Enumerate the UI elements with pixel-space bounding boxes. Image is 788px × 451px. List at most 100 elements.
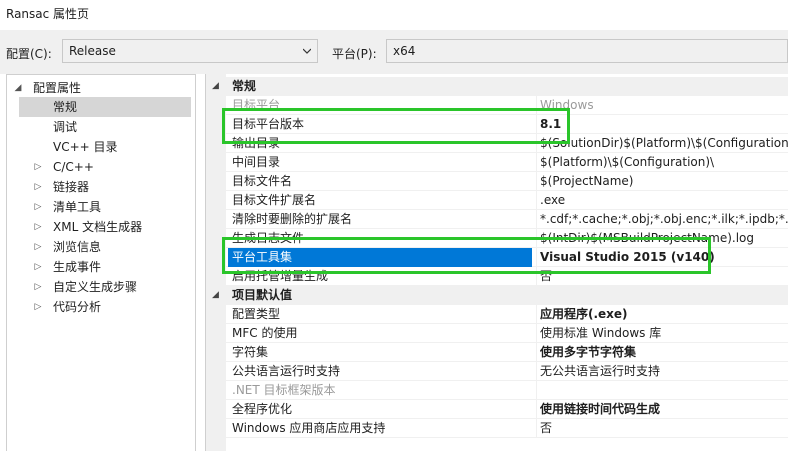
property-value[interactable]: 使用标准 Windows 库 — [540, 324, 788, 343]
property-row[interactable]: 启用托管增量生成 否 — [206, 267, 788, 286]
property-row[interactable]: 平台工具集 Visual Studio 2015 (v140) — [206, 248, 788, 267]
config-toolbar: 配置(C): Release 平台(P): x64 — [0, 30, 788, 74]
expand-triangle-icon[interactable]: ▷ — [33, 277, 43, 297]
expand-triangle-icon[interactable]: ▷ — [33, 217, 43, 237]
property-row[interactable]: 配置类型 应用程序(.exe) — [206, 305, 788, 324]
category-title: 常规 — [232, 79, 257, 93]
tree-item[interactable]: ▷ 链接器 — [7, 177, 195, 197]
column-divider — [536, 134, 537, 153]
property-row[interactable]: 输出目录 $(SolutionDir)$(Platform)\$(Configur… — [206, 134, 788, 153]
property-value[interactable]: $(SolutionDir)$(Platform)\$(Configuratio… — [540, 134, 788, 153]
tree-item[interactable]: ▷ XML 文档生成器 — [7, 217, 195, 237]
category-title: 项目默认值 — [232, 288, 293, 302]
property-name: 输出目录 — [232, 136, 281, 150]
property-value[interactable]: .exe — [540, 191, 788, 210]
expand-triangle-icon[interactable]: ▷ — [33, 197, 43, 217]
window-title: Ransac 属性页 — [6, 7, 90, 21]
column-divider — [536, 210, 537, 229]
property-name: 目标平台版本 — [232, 117, 305, 131]
property-value[interactable]: $(IntDir)$(MSBuildProjectName).log — [540, 229, 788, 248]
property-row[interactable]: 目标平台版本 8.1 — [206, 115, 788, 134]
property-name: 中间目录 — [232, 155, 281, 169]
tree-item-root[interactable]: ◢ 配置属性 — [7, 78, 195, 98]
tree-item-label: 调试 — [53, 120, 78, 134]
tree-item-label: 生成事件 — [53, 260, 102, 274]
tree-item[interactable]: ▷ 清单工具 — [7, 197, 195, 217]
tree-item[interactable]: ▷ 生成事件 — [7, 257, 195, 277]
property-name: .NET 目标框架版本 — [232, 383, 336, 397]
property-name: 配置类型 — [232, 307, 281, 321]
property-row[interactable]: 公共语言运行时支持 无公共语言运行时支持 — [206, 362, 788, 381]
property-value[interactable]: 使用链接时间代码生成 — [540, 400, 788, 419]
column-divider — [536, 381, 537, 400]
column-divider — [536, 400, 537, 419]
property-row[interactable]: 清除时要删除的扩展名 *.cdf;*.cache;*.obj;*.obj.enc;… — [206, 210, 788, 229]
property-value[interactable]: 使用多字节字符集 — [540, 343, 788, 362]
expand-triangle-icon[interactable]: ▷ — [33, 237, 43, 257]
property-value[interactable]: Visual Studio 2015 (v140) — [540, 248, 788, 267]
property-row[interactable]: 目标平台 Windows — [206, 96, 788, 115]
chevron-down-icon — [303, 48, 311, 54]
property-row[interactable]: 中间目录 $(Platform)\$(Configuration)\ — [206, 153, 788, 172]
expand-triangle-icon[interactable]: ▷ — [33, 257, 43, 277]
tree-item-label: 代码分析 — [53, 300, 102, 314]
configuration-dropdown[interactable]: Release — [62, 39, 318, 63]
grid-category[interactable]: ◢ 常规 — [206, 77, 788, 96]
expand-triangle-icon[interactable]: ▷ — [33, 157, 43, 177]
column-divider — [536, 172, 537, 191]
collapse-triangle-icon[interactable]: ◢ — [212, 77, 219, 96]
column-divider — [536, 229, 537, 248]
tree-item-label: 常规 — [53, 100, 78, 114]
tree-item-label: XML 文档生成器 — [53, 220, 143, 234]
tree-item[interactable]: 调试 — [7, 117, 195, 137]
property-value[interactable]: $(Platform)\$(Configuration)\ — [540, 153, 788, 172]
tree-item[interactable]: ▷ 自定义生成步骤 — [7, 277, 195, 297]
property-value[interactable]: *.cdf;*.cache;*.obj;*.obj.enc;*.ilk;*.ip… — [540, 210, 788, 229]
property-row[interactable]: 目标文件扩展名 .exe — [206, 191, 788, 210]
column-divider — [536, 362, 537, 381]
property-name: 目标文件扩展名 — [232, 193, 317, 207]
property-row[interactable]: MFC 的使用 使用标准 Windows 库 — [206, 324, 788, 343]
property-value[interactable]: Windows — [540, 96, 788, 115]
property-value[interactable]: 否 — [540, 419, 788, 438]
property-row[interactable]: 字符集 使用多字节字符集 — [206, 343, 788, 362]
tree-item[interactable]: VC++ 目录 — [7, 137, 195, 157]
expanded-triangle-icon[interactable]: ◢ — [13, 78, 23, 98]
column-divider — [536, 267, 537, 286]
property-value[interactable]: 否 — [540, 267, 788, 286]
property-name: 目标平台 — [232, 98, 281, 112]
platform-label: 平台(P): — [332, 47, 377, 61]
expand-triangle-icon[interactable]: ▷ — [33, 297, 43, 317]
collapse-triangle-icon[interactable]: ◢ — [212, 286, 219, 305]
column-divider — [536, 96, 537, 115]
tree-item[interactable]: ▷ C/C++ — [7, 157, 195, 177]
property-row[interactable]: 全程序优化 使用链接时间代码生成 — [206, 400, 788, 419]
column-divider — [536, 191, 537, 210]
platform-dropdown[interactable]: x64 — [386, 39, 788, 63]
property-name: 目标文件名 — [232, 174, 293, 188]
property-value[interactable]: 8.1 — [540, 115, 788, 134]
property-row[interactable]: .NET 目标框架版本 — [206, 381, 788, 400]
expand-triangle-icon[interactable]: ▷ — [33, 177, 43, 197]
tree-item-label: VC++ 目录 — [53, 140, 118, 154]
property-row[interactable]: 生成日志文件 $(IntDir)$(MSBuildProjectName).log — [206, 229, 788, 248]
property-value[interactable]: $(ProjectName) — [540, 172, 788, 191]
property-row[interactable]: Windows 应用商店应用支持 否 — [206, 419, 788, 438]
column-divider — [536, 248, 537, 267]
tree-root-label: 配置属性 — [33, 81, 82, 95]
grid-category[interactable]: ◢ 项目默认值 — [206, 286, 788, 305]
property-value[interactable]: 无公共语言运行时支持 — [540, 362, 788, 381]
tree-item[interactable]: ▷ 代码分析 — [7, 297, 195, 317]
column-divider — [536, 305, 537, 324]
property-name: Windows 应用商店应用支持 — [232, 421, 386, 435]
tree-item-label: 自定义生成步骤 — [53, 280, 138, 294]
column-divider — [536, 343, 537, 362]
property-value[interactable]: 应用程序(.exe) — [540, 305, 788, 324]
tree-item[interactable]: 常规 — [19, 97, 191, 117]
property-name: 启用托管增量生成 — [232, 269, 329, 283]
configuration-value: Release — [69, 44, 116, 58]
property-row[interactable]: 目标文件名 $(ProjectName) — [206, 172, 788, 191]
property-name: 清除时要删除的扩展名 — [232, 212, 353, 226]
tree-item[interactable]: ▷ 浏览信息 — [7, 237, 195, 257]
property-tree: ◢ 配置属性 常规 调试 VC++ 目录 ▷ C/C++ ▷ 链接器 ▷ 清单工具 ▷ XML 文档… — [6, 74, 196, 451]
